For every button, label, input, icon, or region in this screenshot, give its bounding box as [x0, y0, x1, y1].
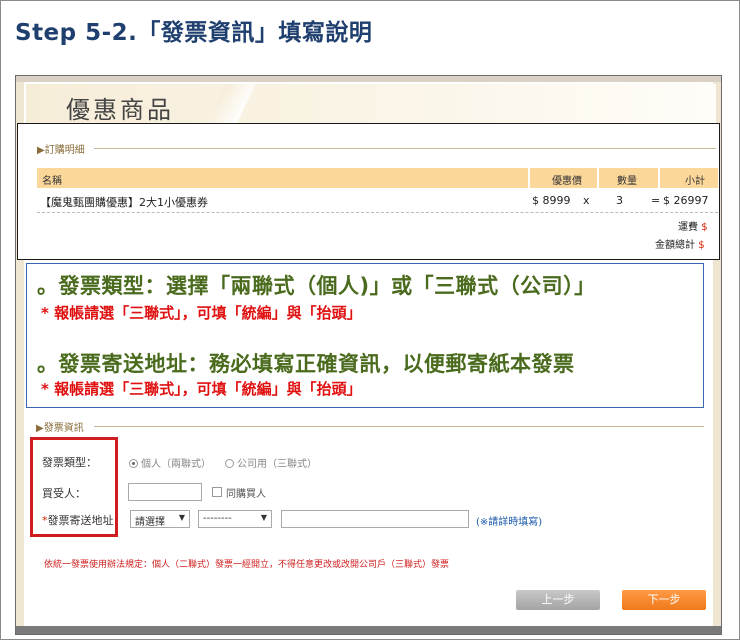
city-select[interactable]: 請選擇 ▼ [130, 510, 190, 528]
item-equals: = [651, 194, 661, 207]
item-times: x [583, 194, 590, 207]
bottom-strip [16, 626, 721, 634]
item-name: 【魔鬼甄團購優惠】2大1小優惠券 [40, 196, 208, 209]
address-input[interactable] [281, 510, 469, 528]
prev-step-button[interactable]: 上一步 [516, 590, 600, 610]
promo-title: 優惠商品 [66, 96, 174, 124]
col-name: 名稱 [42, 176, 62, 187]
shipping-label: 運費 [678, 222, 698, 233]
notice-sub-2: * 報帳請選「三聯式」，可填「統編」與「抬頭」 [41, 380, 362, 398]
invoice-section-title: ▶發票資訊 [36, 423, 84, 434]
promo-banner: 優惠商品 [26, 84, 716, 124]
order-table-header: 名稱 優惠價 數量 小計 [37, 168, 718, 188]
triangle-icon: ▶ [37, 145, 45, 156]
row-divider [37, 212, 718, 213]
item-price: $ 8999 [532, 194, 571, 207]
item-qty: 3 [616, 194, 623, 207]
step-title: Step 5-2.「發票資訊」填寫說明 [15, 20, 373, 46]
order-section-title: ▶訂購明細 [37, 145, 85, 156]
shipping-value: $ [701, 222, 708, 233]
section-divider [94, 426, 704, 427]
buyer-input[interactable] [128, 483, 202, 501]
highlight-box [30, 437, 118, 537]
total-value: $ [698, 240, 705, 251]
slide-frame: Step 5-2.「發票資訊」填寫說明 優惠商品 ▶訂購明細 名稱 優惠價 數量… [0, 0, 740, 640]
radio-personal[interactable]: 個人（兩聯式） [129, 455, 211, 470]
col-separator [658, 168, 660, 188]
caret-down-icon: ▼ [260, 513, 267, 522]
top-bar [16, 76, 721, 82]
shipping-row: 運費 $ [678, 218, 708, 233]
order-details-box: ▶訂購明細 名稱 優惠價 數量 小計 【魔鬼甄團購優惠】2大1小優惠券 $ 89… [17, 123, 720, 260]
radio-empty-icon [225, 459, 234, 468]
col-price: 優惠價 [552, 176, 582, 187]
notice-sub-1: * 報帳請選「三聯式」，可填「統編」與「抬頭」 [41, 304, 362, 322]
caret-down-icon: ▼ [178, 513, 185, 522]
section-divider [94, 148, 716, 149]
notice-line-1: 。發票類型：選擇「兩聯式（個人)」或「三聯式（公司）」 [37, 274, 596, 298]
total-row: 金額總計 $ [655, 236, 705, 251]
col-qty: 數量 [617, 176, 637, 187]
invoice-rule-note: 依統一發票使用辦法規定：個人（二聯式）發票一經開立，不得任意更改或改開公司戶（三… [44, 560, 450, 570]
checkout-screenshot: 優惠商品 ▶訂購明細 名稱 優惠價 數量 小計 【魔鬼甄團購優惠】2大1小優惠券… [15, 75, 722, 635]
col-separator [597, 168, 599, 188]
col-subtotal: 小計 [685, 176, 705, 187]
same-as-buyer-label: 同購買人 [226, 489, 266, 500]
radio-company[interactable]: 公司用（三聯式） [225, 455, 317, 470]
district-select[interactable]: -------- ▼ [198, 510, 272, 528]
triangle-icon: ▶ [36, 423, 44, 434]
same-as-buyer-checkbox[interactable] [212, 487, 222, 497]
total-label: 金額總計 [655, 240, 695, 251]
next-step-button[interactable]: 下一步 [622, 590, 706, 610]
col-separator [528, 168, 530, 188]
item-subtotal: $ 26997 [663, 194, 709, 207]
address-hint: (※請詳時填寫) [476, 517, 543, 528]
radio-selected-icon [129, 459, 138, 468]
notice-line-2: 。發票寄送地址：務必填寫正確資訊，以便郵寄紙本發票 [37, 352, 575, 376]
instruction-callout: 。發票類型：選擇「兩聯式（個人)」或「三聯式（公司）」 * 報帳請選「三聯式」，… [26, 263, 704, 408]
